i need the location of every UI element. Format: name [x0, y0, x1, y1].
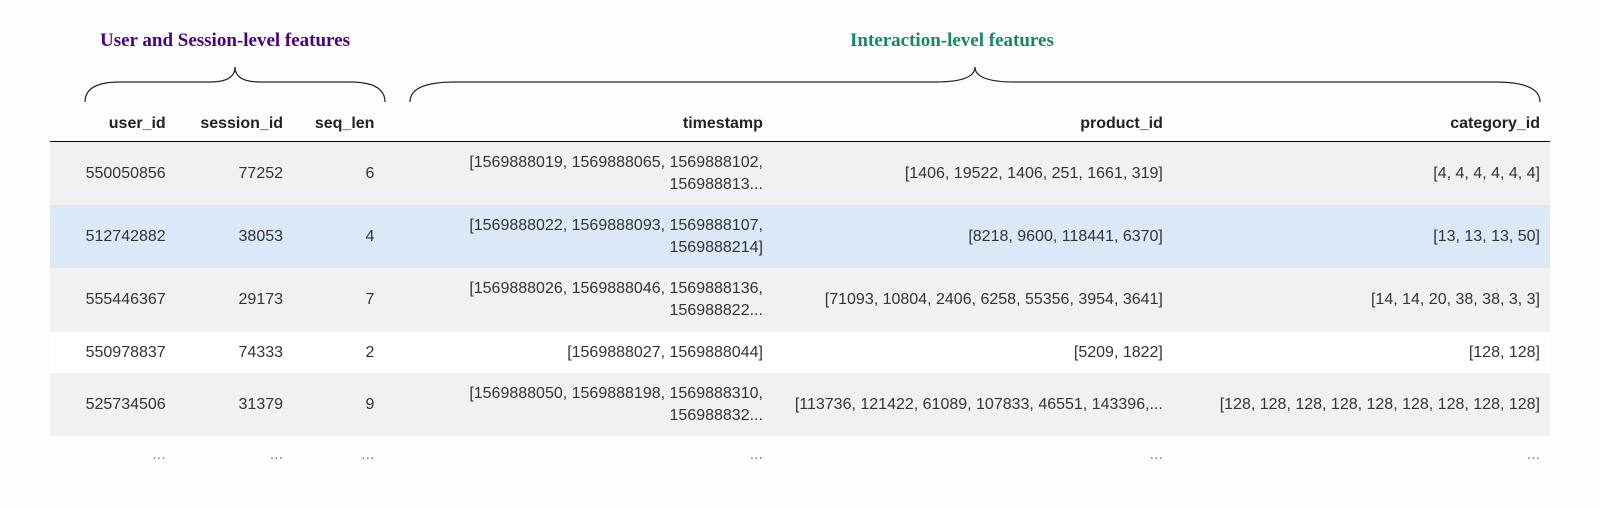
group-label-interaction: Interaction-level features [850, 30, 1054, 52]
cell-seq-len: 7 [293, 268, 384, 331]
ellipsis-cell: ... [384, 436, 773, 474]
cell-product-id: [8218, 9600, 118441, 6370] [773, 205, 1173, 268]
group-label-user-session: User and Session-level features [100, 30, 350, 52]
table-header-row: user_id session_id seq_len timestamp pro… [50, 107, 1550, 142]
cell-product-id: [113736, 121422, 61089, 107833, 46551, 1… [773, 373, 1173, 436]
col-header-seq-len: seq_len [293, 107, 384, 142]
cell-category-id: [128, 128] [1173, 332, 1550, 374]
cell-category-id: [13, 13, 13, 50] [1173, 205, 1550, 268]
table-row: 512742882380534[1569888022, 1569888093, … [50, 205, 1550, 268]
cell-session-id: 77252 [176, 142, 293, 206]
cell-user-id: 550978837 [50, 332, 176, 374]
ellipsis-cell: ... [773, 436, 1173, 474]
cell-product-id: [5209, 1822] [773, 332, 1173, 374]
group-labels-row: User and Session-level features Interact… [50, 30, 1550, 62]
table-row: 555446367291737[1569888026, 1569888046, … [50, 268, 1550, 331]
braces-row [50, 62, 1550, 107]
cell-session-id: 74333 [176, 332, 293, 374]
ellipsis-cell: ... [50, 436, 176, 474]
cell-category-id: [4, 4, 4, 4, 4, 4] [1173, 142, 1550, 206]
col-header-category-id: category_id [1173, 107, 1550, 142]
cell-session-id: 29173 [176, 268, 293, 331]
ellipsis-row: .................. [50, 436, 1550, 474]
cell-product-id: [1406, 19522, 1406, 251, 1661, 319] [773, 142, 1173, 206]
col-header-user-id: user_id [50, 107, 176, 142]
cell-timestamp: [1569888019, 1569888065, 1569888102, 156… [384, 142, 773, 206]
cell-user-id: 550050856 [50, 142, 176, 206]
table-row: 525734506313799[1569888050, 1569888198, … [50, 373, 1550, 436]
col-header-timestamp: timestamp [384, 107, 773, 142]
cell-timestamp: [1569888026, 1569888046, 1569888136, 156… [384, 268, 773, 331]
cell-session-id: 38053 [176, 205, 293, 268]
col-header-session-id: session_id [176, 107, 293, 142]
cell-seq-len: 6 [293, 142, 384, 206]
cell-category-id: [128, 128, 128, 128, 128, 128, 128, 128,… [1173, 373, 1550, 436]
brace-right-icon [405, 62, 1545, 107]
cell-category-id: [14, 14, 20, 38, 38, 3, 3] [1173, 268, 1550, 331]
cell-timestamp: [1569888050, 1569888198, 1569888310, 156… [384, 373, 773, 436]
cell-product-id: [71093, 10804, 2406, 6258, 55356, 3954, … [773, 268, 1173, 331]
ellipsis-cell: ... [176, 436, 293, 474]
table-row: 550050856772526[1569888019, 1569888065, … [50, 142, 1550, 206]
ellipsis-cell: ... [293, 436, 384, 474]
col-header-product-id: product_id [773, 107, 1173, 142]
ellipsis-cell: ... [1173, 436, 1550, 474]
cell-session-id: 31379 [176, 373, 293, 436]
cell-seq-len: 4 [293, 205, 384, 268]
feature-table: user_id session_id seq_len timestamp pro… [50, 107, 1550, 474]
cell-seq-len: 9 [293, 373, 384, 436]
table-row: 550978837743332[1569888027, 1569888044][… [50, 332, 1550, 374]
cell-timestamp: [1569888027, 1569888044] [384, 332, 773, 374]
cell-seq-len: 2 [293, 332, 384, 374]
cell-timestamp: [1569888022, 1569888093, 1569888107, 156… [384, 205, 773, 268]
brace-left-icon [80, 62, 390, 107]
cell-user-id: 555446367 [50, 268, 176, 331]
cell-user-id: 512742882 [50, 205, 176, 268]
cell-user-id: 525734506 [50, 373, 176, 436]
